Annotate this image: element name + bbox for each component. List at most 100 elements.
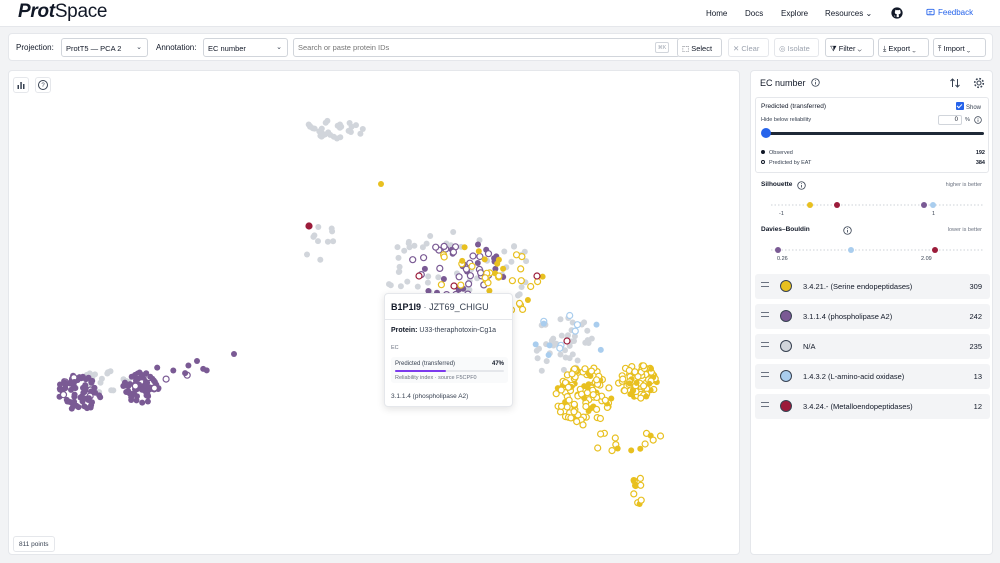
- data-point[interactable]: [477, 269, 485, 277]
- data-point[interactable]: [570, 400, 578, 408]
- data-point[interactable]: [597, 346, 604, 353]
- data-point[interactable]: [170, 367, 177, 374]
- data-point[interactable]: [545, 352, 552, 358]
- data-point[interactable]: [468, 262, 476, 270]
- data-point[interactable]: [395, 254, 402, 261]
- data-point[interactable]: [357, 130, 364, 137]
- data-point[interactable]: [425, 273, 432, 280]
- data-point[interactable]: [608, 395, 615, 402]
- legend-item-l-amino-acid-oxidase[interactable]: 1.4.3.2 (L-amino-acid oxidase) 13: [755, 364, 990, 389]
- data-point[interactable]: [571, 338, 577, 344]
- info-icon[interactable]: [797, 181, 806, 190]
- legend-item-phospholipase-a2[interactable]: 3.1.1.4 (phospholipase A2) 242: [755, 304, 990, 329]
- data-point[interactable]: [585, 340, 592, 346]
- reliability-slider-track[interactable]: [766, 132, 984, 135]
- data-point[interactable]: [450, 282, 458, 290]
- data-point[interactable]: [532, 341, 539, 348]
- data-point[interactable]: [435, 274, 442, 281]
- data-point[interactable]: [481, 274, 489, 282]
- data-point[interactable]: [500, 265, 507, 272]
- data-point[interactable]: [570, 408, 578, 416]
- data-point[interactable]: [566, 311, 574, 320]
- data-point[interactable]: [508, 277, 516, 285]
- data-point[interactable]: [639, 362, 648, 370]
- data-point[interactable]: [495, 272, 503, 280]
- data-point[interactable]: [601, 396, 609, 404]
- data-point[interactable]: [92, 371, 98, 378]
- data-point[interactable]: [527, 282, 535, 291]
- data-point[interactable]: [321, 131, 328, 138]
- data-point[interactable]: [450, 229, 457, 235]
- data-point[interactable]: [614, 445, 621, 452]
- data-point[interactable]: [466, 272, 474, 280]
- data-point[interactable]: [59, 391, 68, 399]
- data-point[interactable]: [151, 379, 158, 385]
- drag-handle-icon[interactable]: [761, 372, 769, 377]
- data-point[interactable]: [71, 379, 78, 385]
- nav-link-home[interactable]: Home: [706, 9, 727, 18]
- protspace-logo[interactable]: ProtSpace: [18, 1, 107, 23]
- scatter-plot[interactable]: [9, 71, 740, 555]
- data-point[interactable]: [633, 379, 640, 386]
- data-point[interactable]: [82, 385, 89, 392]
- data-point[interactable]: [584, 384, 591, 391]
- data-point[interactable]: [105, 369, 111, 376]
- sort-icon[interactable]: [949, 77, 961, 89]
- chart-toggle-button[interactable]: [13, 77, 29, 93]
- data-point[interactable]: [84, 405, 91, 412]
- data-point[interactable]: [71, 391, 78, 398]
- data-point[interactable]: [348, 123, 355, 130]
- data-point[interactable]: [540, 320, 547, 327]
- data-point[interactable]: [508, 258, 515, 265]
- data-point[interactable]: [469, 252, 477, 260]
- data-point[interactable]: [516, 291, 523, 298]
- data-point[interactable]: [330, 133, 337, 140]
- data-point[interactable]: [511, 243, 517, 250]
- data-point[interactable]: [565, 332, 571, 339]
- gear-icon[interactable]: [973, 77, 985, 89]
- data-point[interactable]: [415, 272, 423, 280]
- data-point[interactable]: [66, 398, 73, 405]
- data-point[interactable]: [475, 241, 481, 248]
- data-point[interactable]: [563, 337, 571, 345]
- data-point[interactable]: [423, 240, 430, 247]
- data-point[interactable]: [185, 362, 192, 369]
- data-point[interactable]: [128, 373, 135, 380]
- data-point[interactable]: [97, 379, 104, 386]
- data-point[interactable]: [322, 119, 329, 126]
- data-point[interactable]: [596, 430, 605, 438]
- info-icon[interactable]: [811, 78, 820, 87]
- data-point[interactable]: [567, 414, 575, 422]
- legend-item-metalloendopeptidases[interactable]: 3.4.24.- (Metalloendopeptidases) 12: [755, 394, 990, 419]
- data-point[interactable]: [637, 394, 645, 402]
- data-point[interactable]: [317, 256, 324, 263]
- data-point[interactable]: [440, 242, 448, 250]
- data-point[interactable]: [630, 477, 637, 483]
- data-point[interactable]: [465, 280, 473, 288]
- data-point[interactable]: [636, 474, 645, 482]
- data-point[interactable]: [386, 281, 392, 288]
- data-point[interactable]: [639, 382, 648, 390]
- data-point[interactable]: [608, 447, 616, 455]
- data-point[interactable]: [396, 263, 403, 270]
- data-point[interactable]: [310, 233, 317, 240]
- data-point[interactable]: [401, 247, 408, 254]
- data-point[interactable]: [573, 321, 582, 329]
- data-point[interactable]: [139, 399, 146, 406]
- data-point[interactable]: [315, 238, 321, 245]
- data-point[interactable]: [581, 319, 588, 326]
- data-point[interactable]: [626, 380, 633, 387]
- select-button[interactable]: ⬚ Select: [677, 38, 722, 57]
- data-point[interactable]: [145, 393, 152, 400]
- data-point[interactable]: [395, 269, 402, 275]
- data-point[interactable]: [565, 396, 573, 404]
- data-point[interactable]: [564, 383, 573, 391]
- data-point[interactable]: [427, 233, 434, 239]
- data-point[interactable]: [139, 386, 145, 393]
- data-point[interactable]: [649, 436, 657, 444]
- data-point[interactable]: [405, 240, 412, 247]
- nav-link-explore[interactable]: Explore: [781, 9, 808, 18]
- data-point[interactable]: [324, 238, 331, 245]
- data-point[interactable]: [421, 265, 428, 272]
- data-point[interactable]: [62, 379, 69, 386]
